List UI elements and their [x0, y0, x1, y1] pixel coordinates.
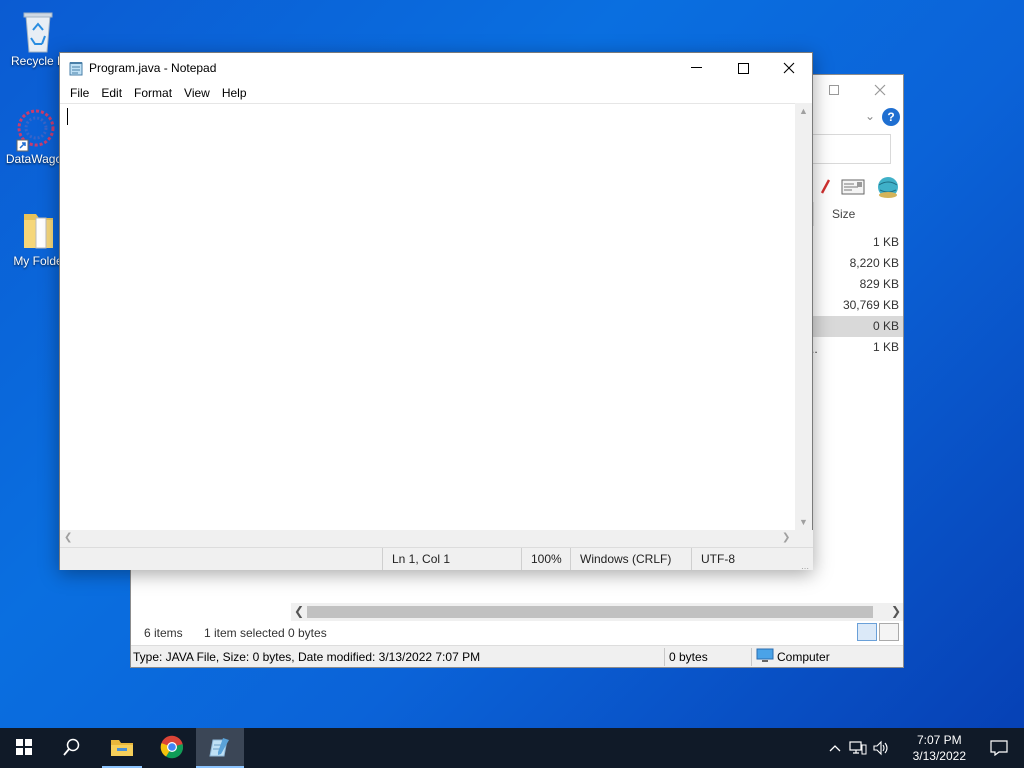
- menu-format[interactable]: Format: [128, 83, 178, 103]
- search-button[interactable]: [48, 728, 96, 768]
- menu-edit[interactable]: Edit: [95, 83, 128, 103]
- email-icon[interactable]: [841, 178, 865, 199]
- globe-icon[interactable]: [875, 175, 901, 202]
- location-label: Computer: [777, 650, 830, 664]
- notepad-icon: [209, 736, 231, 761]
- item-count: 6 items: [144, 626, 183, 640]
- file-size-cell[interactable]: 829 KB: [813, 274, 903, 295]
- clock[interactable]: 7:07 PM 3/13/2022: [913, 732, 966, 764]
- recycle-bin-icon: [18, 8, 58, 53]
- resize-grip-icon[interactable]: ⋯: [801, 558, 811, 573]
- search-icon: [63, 738, 81, 759]
- computer-icon: [756, 646, 774, 668]
- start-icon: [16, 738, 32, 758]
- taskbar-chrome[interactable]: [148, 728, 196, 768]
- scroll-right-icon[interactable]: ❯: [891, 604, 901, 618]
- title-bar[interactable]: Program.java - Notepad: [60, 53, 812, 83]
- cursor-position: Ln 1, Col 1: [382, 548, 450, 570]
- file-size-cell[interactable]: 1 KB: [813, 232, 903, 253]
- close-button[interactable]: [766, 53, 812, 83]
- notepad-window[interactable]: Program.java - Notepad File Edit Format …: [59, 52, 813, 573]
- maximize-button[interactable]: [720, 53, 766, 83]
- taskbar-file-explorer[interactable]: [98, 728, 146, 768]
- folder-icon: [18, 208, 58, 252]
- line-ending: Windows (CRLF): [570, 548, 671, 570]
- scroll-left-icon[interactable]: ❮: [64, 532, 72, 543]
- scroll-up-icon[interactable]: ▲: [799, 106, 808, 116]
- help-icon[interactable]: ?: [882, 108, 900, 126]
- close-button[interactable]: [857, 75, 903, 105]
- scroll-right-icon[interactable]: ❯: [782, 532, 790, 543]
- text-caret: [67, 108, 68, 125]
- menu-bar: File Edit Format View Help: [60, 83, 812, 103]
- toolbar: [819, 175, 901, 202]
- volume-icon[interactable]: [870, 728, 892, 768]
- details-size: 0 bytes: [669, 650, 708, 664]
- vertical-scrollbar[interactable]: ▲ ▼: [795, 103, 812, 530]
- file-size-cell[interactable]: 8,220 KB: [813, 253, 903, 274]
- chevron-up-icon[interactable]: [824, 728, 846, 768]
- horizontal-scrollbar[interactable]: ❮ ❯: [291, 603, 903, 621]
- file-explorer-icon: [110, 737, 134, 760]
- menu-help[interactable]: Help: [216, 83, 253, 103]
- scroll-down-icon[interactable]: ▼: [799, 517, 808, 527]
- window-title: Program.java - Notepad: [89, 61, 217, 75]
- file-size-cell[interactable]: 1 KB: [813, 337, 903, 358]
- window-controls: [811, 75, 903, 105]
- file-size-cell[interactable]: 30,769 KB: [813, 295, 903, 316]
- encoding: UTF-8: [691, 548, 735, 570]
- text-editor[interactable]: [60, 103, 796, 530]
- chrome-icon: [160, 735, 184, 762]
- minimize-button[interactable]: [674, 53, 720, 83]
- explorer-status-bar: 6 items 1 item selected 0 bytes: [131, 621, 903, 645]
- start-button[interactable]: [0, 728, 48, 768]
- zoom-level: 100%: [521, 548, 562, 570]
- chevron-down-icon[interactable]: ⌄: [865, 109, 875, 123]
- column-header-size[interactable]: Size: [813, 202, 903, 226]
- view-toggle: [857, 623, 899, 641]
- file-size-cell-selected[interactable]: 0 KB: [813, 316, 903, 337]
- scrollbar-thumb[interactable]: [307, 606, 873, 618]
- edit-pen-icon[interactable]: [819, 179, 831, 198]
- notification-icon[interactable]: [982, 728, 1016, 768]
- clock-time: 7:07 PM: [916, 733, 962, 747]
- scroll-left-icon[interactable]: ❮: [294, 604, 304, 618]
- menu-view[interactable]: View: [178, 83, 216, 103]
- datawagon-icon: [14, 106, 55, 152]
- system-tray: 7:07 PM 3/13/2022: [824, 728, 1024, 768]
- selection-count: 1 item selected: [204, 626, 285, 640]
- file-info: Type: JAVA File, Size: 0 bytes, Date mod…: [133, 650, 481, 664]
- network-icon[interactable]: [846, 728, 870, 768]
- taskbar: 7:07 PM 3/13/2022: [0, 728, 1024, 768]
- maximize-button[interactable]: [811, 75, 857, 105]
- details-bar: Type: JAVA File, Size: 0 bytes, Date mod…: [131, 645, 903, 667]
- status-bar: Ln 1, Col 1 100% Windows (CRLF) UTF-8 ⋯: [60, 547, 813, 573]
- large-icons-view-button[interactable]: [879, 623, 899, 641]
- selection-size: 0 bytes: [288, 626, 327, 640]
- taskbar-notepad[interactable]: [196, 728, 244, 768]
- clock-date: 3/13/2022: [912, 749, 966, 763]
- details-view-button[interactable]: [857, 623, 877, 641]
- horizontal-scrollbar[interactable]: ❮ ❯: [60, 530, 813, 547]
- notepad-icon: [69, 61, 84, 76]
- file-list: 1 KB 8,220 KB 829 KB 30,769 KB 0 KB 1 KB: [813, 232, 903, 358]
- menu-file[interactable]: File: [64, 83, 95, 103]
